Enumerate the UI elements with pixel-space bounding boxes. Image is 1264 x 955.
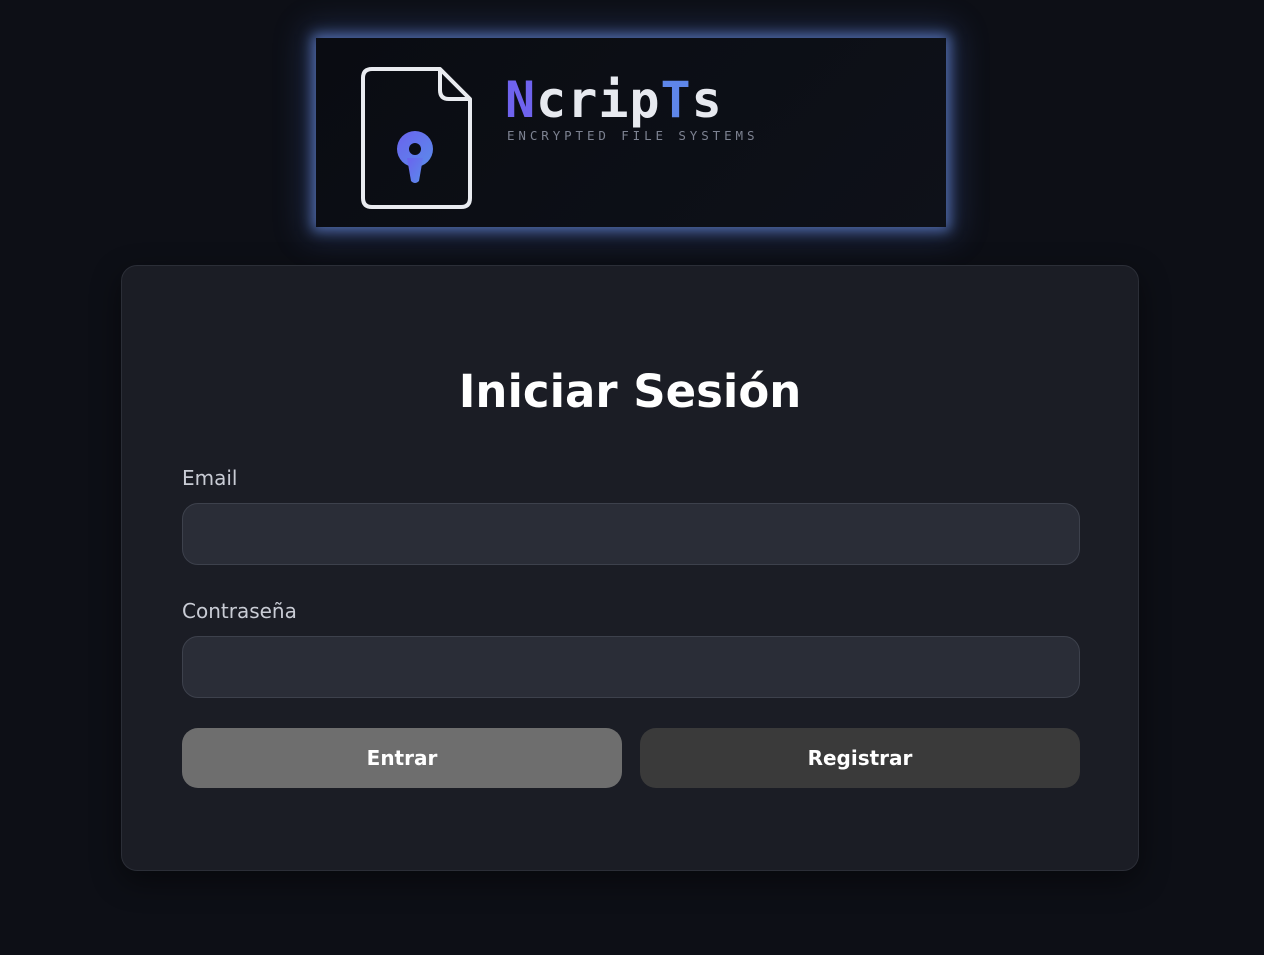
email-label: Email (182, 466, 238, 490)
page-title: Iniciar Sesión (458, 365, 802, 418)
brand-name-last: s (691, 71, 723, 129)
email-field[interactable] (182, 503, 1080, 565)
brand-name-letter-n: N (505, 71, 537, 129)
encrypted-file-icon (360, 66, 474, 210)
brand-name-letter-t: T (660, 71, 692, 129)
brand-name: NcripTs (505, 68, 723, 132)
brand-name-middle: crip (536, 71, 661, 129)
login-form: Iniciar Sesión Email Contraseña Entrar R… (121, 265, 1139, 871)
login-button[interactable]: Entrar (182, 728, 622, 788)
password-label: Contraseña (182, 599, 297, 623)
register-button[interactable]: Registrar (640, 728, 1080, 788)
password-field[interactable] (182, 636, 1080, 698)
logo-banner: NcripTs ENCRYPTED FILE SYSTEMS (316, 38, 946, 227)
page: NcripTs ENCRYPTED FILE SYSTEMS Iniciar S… (0, 0, 1264, 955)
brand-tagline: ENCRYPTED FILE SYSTEMS (507, 128, 759, 143)
